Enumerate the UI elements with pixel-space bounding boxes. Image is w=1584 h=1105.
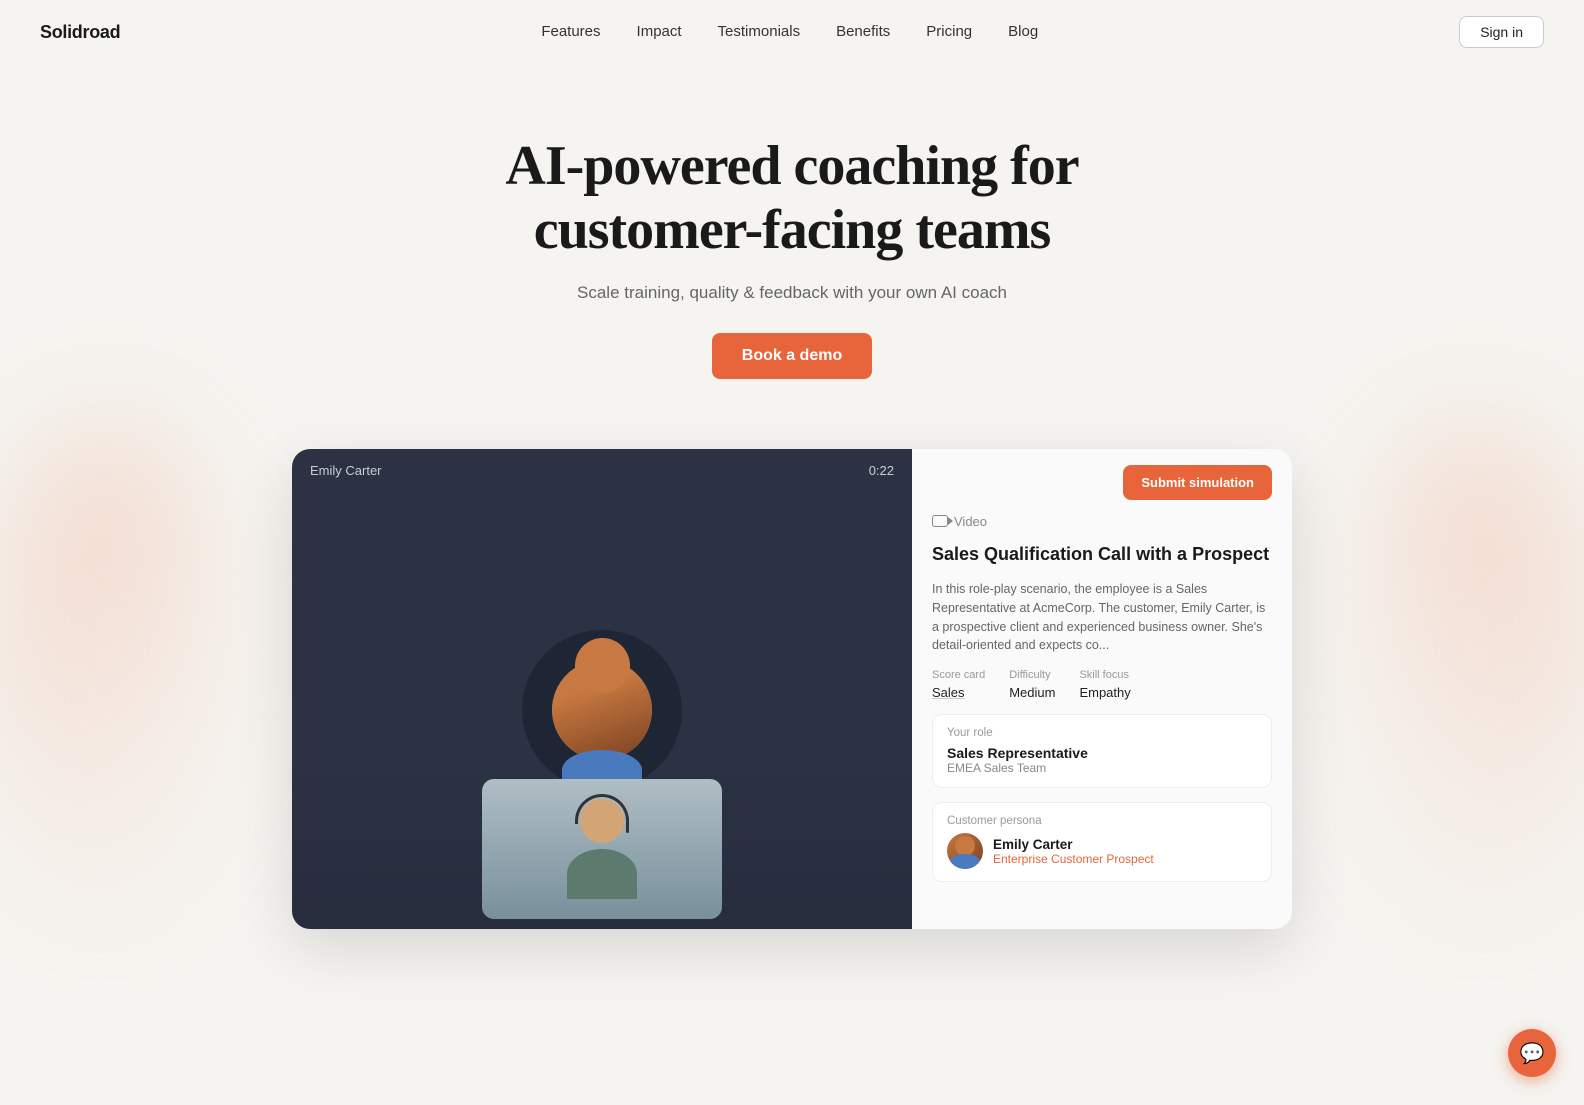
skill-meta: Skill focus Empathy	[1079, 669, 1130, 700]
skill-label: Skill focus	[1079, 669, 1130, 681]
ai-avatar	[552, 660, 652, 760]
video-header: Emily Carter 0:22	[292, 449, 912, 492]
nav-link-benefits[interactable]: Benefits	[836, 23, 890, 40]
nav-link-blog[interactable]: Blog	[1008, 23, 1038, 40]
persona-name: Emily Carter	[993, 837, 1154, 852]
persona-row: Emily Carter Enterprise Customer Prospec…	[947, 833, 1257, 869]
navbar: Solidroad Features Impact Testimonials B…	[0, 0, 1584, 64]
video-panel: Emily Carter 0:22	[292, 449, 912, 929]
chat-button[interactable]: 💬	[1508, 1029, 1556, 1077]
nav-link-testimonials[interactable]: Testimonials	[718, 23, 801, 40]
video-bottom-overlay	[292, 749, 912, 929]
brand-logo[interactable]: Solidroad	[40, 22, 120, 43]
scenario-title: Sales Qualification Call with a Prospect	[932, 543, 1272, 566]
video-participant-name: Emily Carter	[310, 463, 382, 478]
difficulty-meta: Difficulty Medium	[1009, 669, 1055, 700]
hero-section: AI-powered coaching for customer-facing …	[0, 64, 1584, 429]
right-top-bar: Submit simulation	[932, 465, 1272, 500]
nav-link-impact[interactable]: Impact	[637, 23, 682, 40]
nav-link-pricing[interactable]: Pricing	[926, 23, 972, 40]
submit-simulation-button[interactable]: Submit simulation	[1123, 465, 1272, 500]
scorecard-meta: Score card Sales	[932, 669, 985, 700]
scenario-description: In this role-play scenario, the employee…	[932, 580, 1272, 655]
headset-arc	[575, 794, 629, 824]
your-role-team: EMEA Sales Team	[947, 761, 1257, 775]
hero-heading: AI-powered coaching for customer-facing …	[442, 134, 1142, 263]
signin-button[interactable]: Sign in	[1459, 16, 1544, 48]
demo-section: Emily Carter 0:22	[0, 429, 1584, 929]
self-video-person	[482, 779, 722, 919]
role-info-box: Your role Sales Representative EMEA Sale…	[932, 714, 1272, 788]
book-demo-button[interactable]: Book a demo	[712, 333, 872, 379]
skill-value: Empathy	[1079, 685, 1130, 700]
persona-role: Enterprise Customer Prospect	[993, 852, 1154, 866]
person-body	[567, 849, 637, 899]
chat-icon: 💬	[1520, 1041, 1545, 1066]
mic-arm	[626, 817, 629, 833]
headset-person-figure	[562, 799, 642, 899]
info-panel: Submit simulation Video Sales Qualificat…	[912, 449, 1292, 929]
video-type-icon	[932, 515, 948, 527]
difficulty-label: Difficulty	[1009, 669, 1055, 681]
persona-details: Emily Carter Enterprise Customer Prospec…	[993, 837, 1154, 866]
persona-info-box: Customer persona Emily Carter Enterprise…	[932, 802, 1272, 882]
scorecard-label: Score card	[932, 669, 985, 681]
your-role-label: Your role	[947, 727, 1257, 739]
difficulty-value: Medium	[1009, 685, 1055, 700]
video-timer: 0:22	[869, 463, 894, 478]
demo-card: Emily Carter 0:22	[292, 449, 1292, 929]
persona-avatar	[947, 833, 983, 869]
scorecard-value: Sales	[932, 685, 985, 700]
customer-persona-label: Customer persona	[947, 815, 1257, 827]
nav-link-features[interactable]: Features	[541, 23, 600, 40]
scenario-type-label: Video	[932, 514, 1272, 529]
meta-row: Score card Sales Difficulty Medium Skill…	[932, 669, 1272, 700]
self-video-preview	[482, 779, 722, 919]
avatar-person-shape	[552, 660, 652, 760]
nav-links: Features Impact Testimonials Benefits Pr…	[541, 23, 1038, 41]
hero-subtext: Scale training, quality & feedback with …	[20, 283, 1564, 303]
your-role-title: Sales Representative	[947, 745, 1257, 761]
